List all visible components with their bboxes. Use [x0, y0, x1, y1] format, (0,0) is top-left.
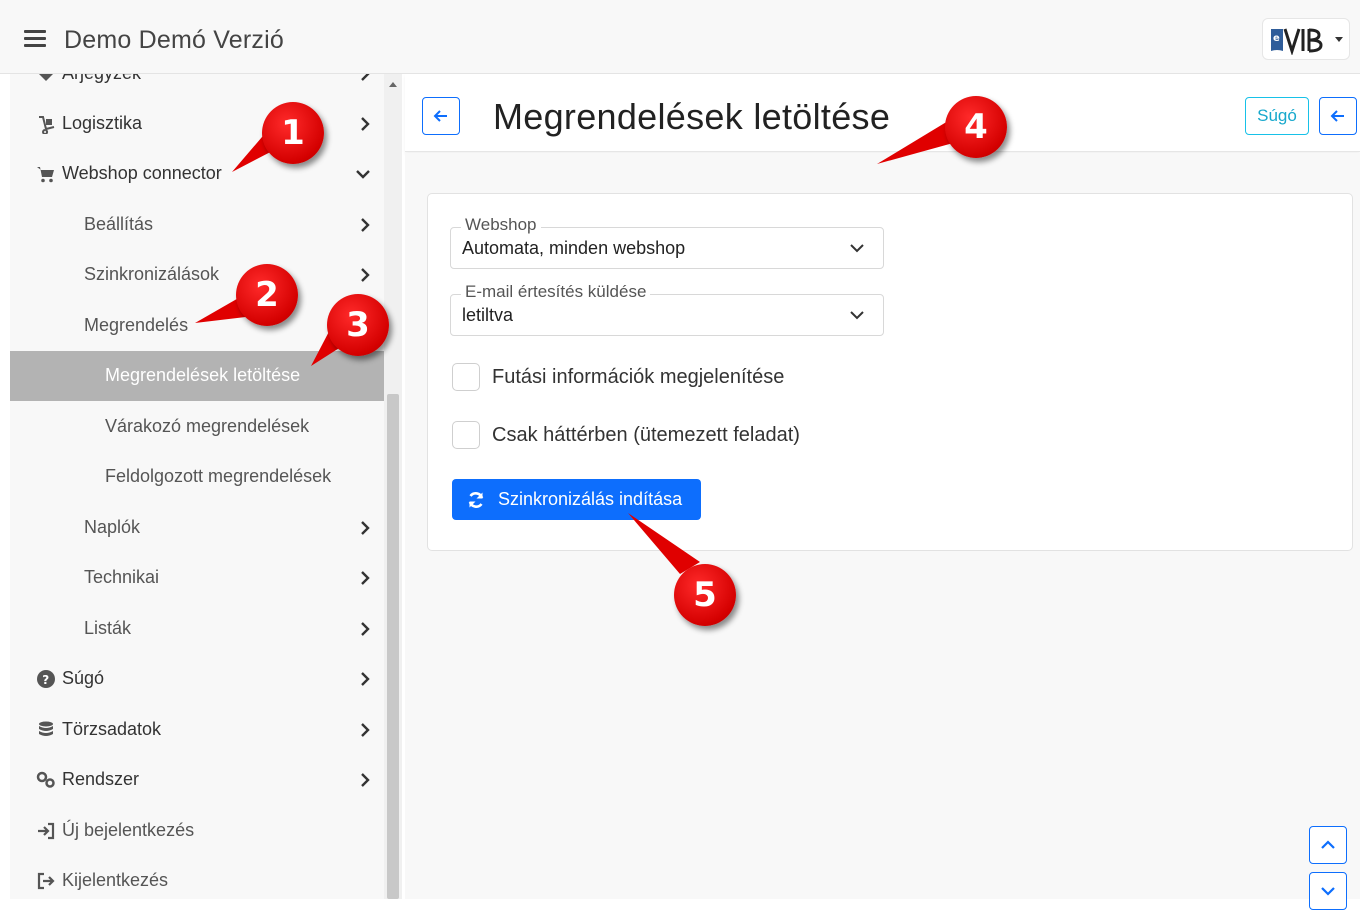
annotation-marker-2: 2: [236, 264, 298, 326]
annotation-arrows: [195, 118, 964, 574]
annotation-marker-3: 3: [327, 294, 389, 356]
annotation-arrow-5: [628, 513, 700, 574]
annotation-marker-1: 1: [262, 102, 324, 164]
annotation-marker-5: 5: [674, 564, 736, 626]
annotation-marker-4: 4: [945, 96, 1007, 158]
